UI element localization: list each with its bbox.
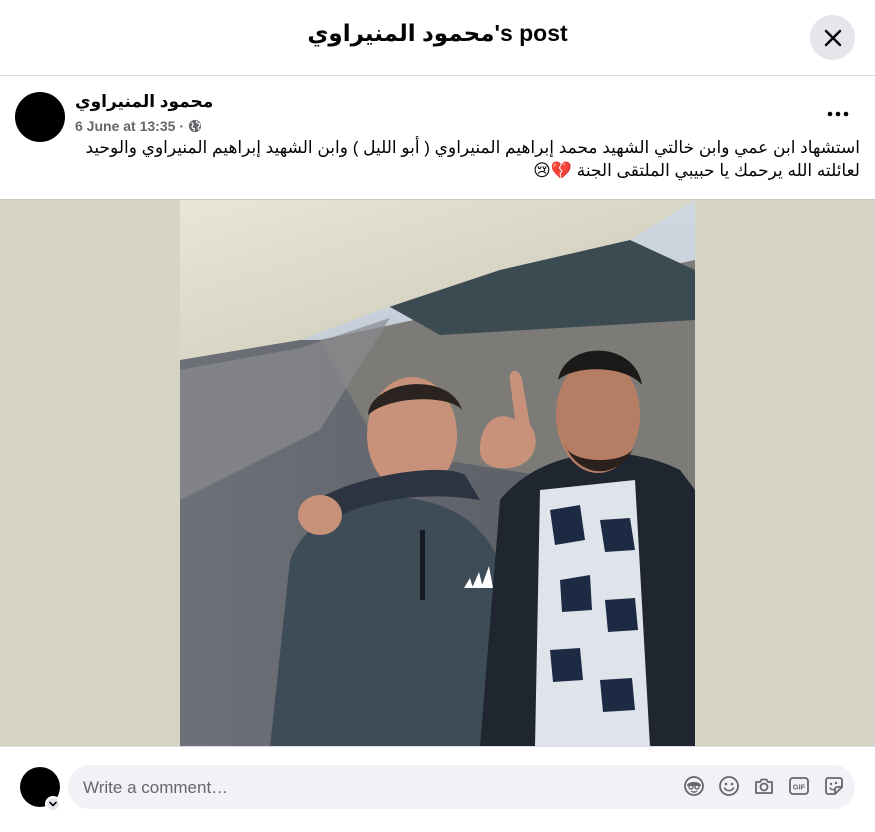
comment-input[interactable]: Write a comment… GIF — [68, 765, 855, 809]
comment-placeholder: Write a comment… — [83, 778, 229, 797]
gif-button[interactable]: GIF — [788, 775, 810, 797]
comment-bar: Write a comment… GIF — [0, 746, 875, 832]
chevron-down-icon — [49, 801, 57, 807]
post-meta: 6 June at 13:35 · — [75, 118, 202, 134]
svg-text:GIF: GIF — [793, 783, 806, 792]
photo-area — [0, 199, 875, 746]
profile-switch-button[interactable] — [45, 796, 61, 812]
post-text: استشهاد ابن عمي وابن خالتي الشهيد محمد إ… — [15, 136, 860, 182]
comment-tools: GIF — [683, 775, 845, 797]
sticker-icon — [825, 777, 843, 795]
avatar-sticker-button[interactable] — [683, 775, 705, 797]
photo-illustration — [180, 200, 695, 746]
post-timestamp[interactable]: 6 June at 13:35 — [75, 118, 175, 134]
author-avatar[interactable] — [15, 92, 65, 142]
camera-icon — [755, 778, 773, 794]
meta-separator: · — [179, 118, 185, 134]
emoji-button[interactable] — [718, 775, 740, 797]
camera-button[interactable] — [753, 775, 775, 797]
more-options-icon — [827, 111, 849, 117]
gif-icon: GIF — [789, 777, 809, 795]
close-button[interactable] — [810, 15, 855, 60]
emoji-icon — [719, 776, 739, 796]
author-name[interactable]: محمود المنيراوي — [75, 92, 213, 112]
post-text-line: لعائلته الله يرحمك يا حبيبي الملتقى الجن… — [533, 161, 860, 180]
dialog-header: محمود المنيراوي's post — [0, 0, 875, 76]
post-text-line: استشهاد ابن عمي وابن خالتي الشهيد محمد إ… — [85, 138, 860, 157]
dialog-title: محمود المنيراوي's post — [307, 20, 568, 46]
sticker-button[interactable] — [823, 775, 845, 797]
avatar-sticker-icon — [684, 776, 704, 796]
more-options-button[interactable] — [820, 98, 856, 130]
post-photo[interactable] — [180, 200, 695, 746]
close-icon — [824, 29, 841, 46]
globe-icon[interactable] — [188, 119, 202, 133]
